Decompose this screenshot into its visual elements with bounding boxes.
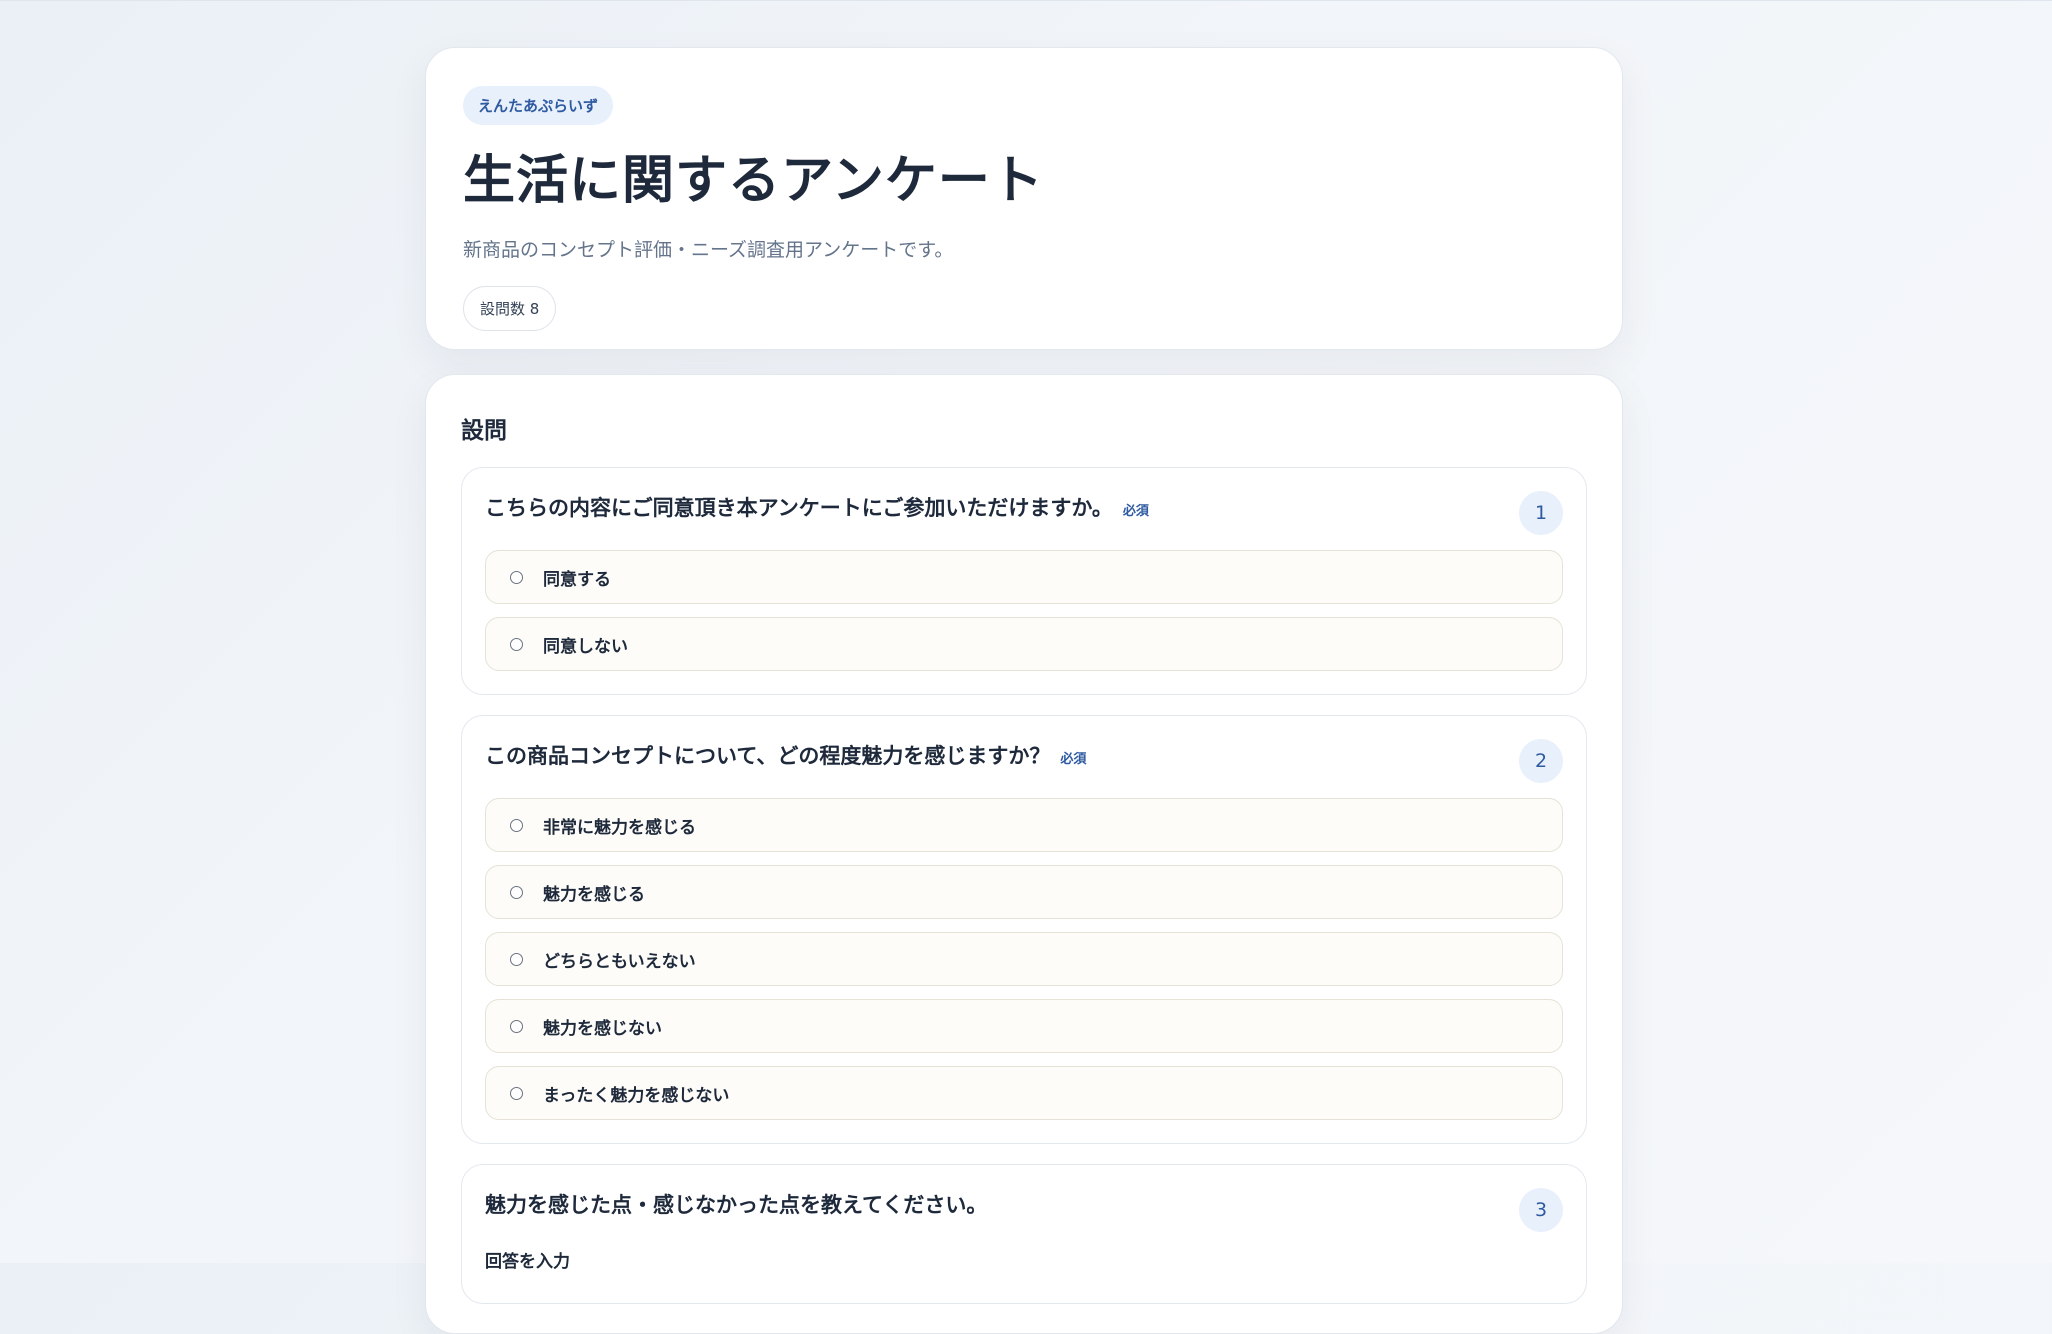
- top-border: [0, 0, 2052, 1]
- option-not-attractive[interactable]: 魅力を感じない: [485, 999, 1563, 1053]
- option-label: 魅力を感じる: [543, 884, 645, 905]
- radio-button[interactable]: [510, 885, 523, 899]
- required-badge: 必須: [1060, 752, 1087, 767]
- option-very-attractive[interactable]: 非常に魅力を感じる: [485, 798, 1563, 852]
- question-number-badge: 3: [1519, 1188, 1563, 1232]
- option-not-attractive-at-all[interactable]: まったく魅力を感じない: [485, 1066, 1563, 1120]
- option-agree[interactable]: 同意する: [485, 550, 1563, 604]
- question-text: この商品コンセプトについて、どの程度魅力を感じますか？: [485, 744, 1051, 768]
- question-header: こちらの内容にご同意頂き本アンケートにご参加いただけますか。 必須: [485, 492, 1563, 522]
- question-card-3: 魅力を感じた点・感じなかった点を教えてください。 3 回答を入力: [461, 1164, 1587, 1304]
- radio-button[interactable]: [510, 952, 523, 966]
- question-count-badge: 設問数 8: [463, 286, 557, 331]
- survey-description: 新商品のコンセプト評価・ニーズ調査用アンケートです。: [463, 239, 954, 261]
- question-text: こちらの内容にご同意頂き本アンケートにご参加いただけますか。: [485, 496, 1113, 520]
- radio-button[interactable]: [510, 818, 523, 832]
- page-title: 生活に関するアンケート: [463, 151, 1044, 211]
- option-label: 同意しない: [543, 636, 628, 657]
- option-list: 非常に魅力を感じる 魅力を感じる どちらともいえない 魅力を感じない まったく魅…: [485, 798, 1563, 1120]
- option-list: 同意する 同意しない: [485, 550, 1563, 671]
- option-label: まったく魅力を感じない: [543, 1085, 730, 1106]
- radio-button[interactable]: [510, 1019, 523, 1033]
- answer-input-label: 回答を入力: [485, 1252, 570, 1272]
- survey-header-card: えんたあぷらいず 生活に関するアンケート 新商品のコンセプト評価・ニーズ調査用ア…: [425, 47, 1623, 350]
- option-neutral[interactable]: どちらともいえない: [485, 932, 1563, 986]
- survey-container: えんたあぷらいず 生活に関するアンケート 新商品のコンセプト評価・ニーズ調査用ア…: [425, 47, 1623, 1334]
- question-card-1: こちらの内容にご同意頂き本アンケートにご参加いただけますか。 必須 1 同意する…: [461, 467, 1587, 695]
- option-label: どちらともいえない: [543, 951, 696, 972]
- option-label: 同意する: [543, 569, 611, 590]
- option-label: 非常に魅力を感じる: [543, 817, 696, 838]
- questions-card: 設問 こちらの内容にご同意頂き本アンケートにご参加いただけますか。 必須 1 同…: [425, 374, 1623, 1334]
- question-header: 魅力を感じた点・感じなかった点を教えてください。: [485, 1189, 1563, 1219]
- radio-button[interactable]: [510, 637, 523, 651]
- section-title: 設問: [461, 418, 507, 444]
- question-text: 魅力を感じた点・感じなかった点を教えてください。: [485, 1193, 988, 1217]
- required-badge: 必須: [1122, 504, 1149, 519]
- question-header: この商品コンセプトについて、どの程度魅力を感じますか？ 必須: [485, 740, 1563, 770]
- option-attractive[interactable]: 魅力を感じる: [485, 865, 1563, 919]
- brand-badge: えんたあぷらいず: [463, 86, 614, 125]
- option-disagree[interactable]: 同意しない: [485, 617, 1563, 671]
- option-label: 魅力を感じない: [543, 1018, 662, 1039]
- radio-button[interactable]: [510, 570, 523, 584]
- radio-button[interactable]: [510, 1086, 523, 1100]
- question-number-badge: 1: [1519, 491, 1563, 535]
- question-card-2: この商品コンセプトについて、どの程度魅力を感じますか？ 必須 2 非常に魅力を感…: [461, 715, 1587, 1144]
- question-number-badge: 2: [1519, 739, 1563, 783]
